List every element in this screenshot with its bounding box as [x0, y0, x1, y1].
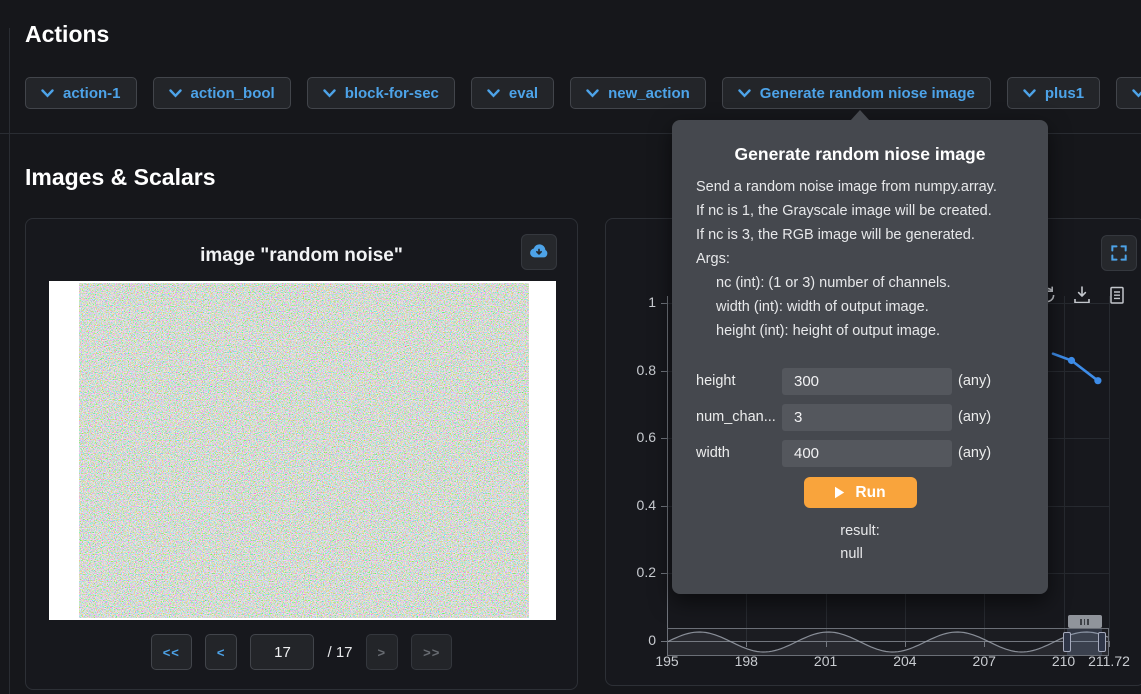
- action-button-partial[interactable]: [1116, 77, 1141, 109]
- arg-type-hint: (any): [958, 445, 991, 461]
- popup-description-line: If nc is 1, the Grayscale image will be …: [696, 199, 1024, 223]
- action-button-block-for-sec[interactable]: block-for-sec: [307, 77, 455, 109]
- popup-title: Generate random niose image: [696, 144, 1024, 165]
- image-card: image "random noise" << < / 17 > >>: [25, 218, 578, 690]
- actions-section-title: Actions: [25, 21, 109, 48]
- action-button-action-1[interactable]: action-1: [25, 77, 137, 109]
- action-button-new-action[interactable]: new_action: [570, 77, 706, 109]
- noise-image: [79, 283, 529, 618]
- action-button-label: block-for-sec: [345, 85, 439, 102]
- first-page-button[interactable]: <<: [151, 634, 192, 670]
- datazoom-slider[interactable]: [667, 628, 1109, 656]
- action-button-label: plus1: [1045, 85, 1084, 102]
- action-button-label: Generate random niose image: [760, 85, 975, 102]
- actions-toolbar: action-1 action_bool block-for-sec eval …: [25, 77, 1141, 109]
- result-block: result: null: [840, 520, 880, 566]
- action-button-label: action_bool: [191, 85, 275, 102]
- image-pagination: << < / 17 > >>: [26, 634, 577, 670]
- images-scalars-section-title: Images & Scalars: [25, 164, 216, 191]
- datazoom-window[interactable]: [1067, 629, 1101, 655]
- last-page-button[interactable]: >>: [411, 634, 452, 670]
- chevron-down-icon: [169, 89, 182, 98]
- chevron-down-icon: [41, 89, 54, 98]
- result-value: null: [840, 543, 880, 566]
- left-edge-divider: [9, 28, 10, 694]
- chevron-down-icon: [1023, 89, 1036, 98]
- chevron-down-icon: [323, 89, 336, 98]
- next-page-button[interactable]: >: [366, 634, 399, 670]
- prev-page-button[interactable]: <: [205, 634, 238, 670]
- arg-num-channels-input[interactable]: [782, 404, 952, 431]
- image-card-title: image "random noise": [26, 245, 577, 267]
- action-button-plus1[interactable]: plus1: [1007, 77, 1100, 109]
- action-button-action-bool[interactable]: action_bool: [153, 77, 291, 109]
- action-button-label: new_action: [608, 85, 690, 102]
- run-button-label: Run: [855, 484, 885, 502]
- popup-description-line: height (int): height of output image.: [696, 319, 1024, 343]
- popup-description-line: If nc is 3, the RGB image will be genera…: [696, 223, 1024, 247]
- image-upload-button[interactable]: [521, 234, 557, 270]
- chevron-down-icon: [586, 89, 599, 98]
- arg-row-width: width (any): [696, 439, 1024, 467]
- grip-bar: [1080, 619, 1082, 625]
- grip-bar: [1084, 619, 1086, 625]
- page-total-label: / 17: [327, 644, 352, 661]
- chevron-down-icon: [487, 89, 500, 98]
- run-button[interactable]: Run: [804, 477, 917, 508]
- popup-arg-form: height (any) num_chan... (any) width (an…: [696, 367, 1024, 467]
- popup-description-line: nc (int): (1 or 3) number of channels.: [696, 271, 1024, 295]
- arg-height-input[interactable]: [782, 368, 952, 395]
- datazoom-grip-tab[interactable]: [1068, 615, 1102, 628]
- page-number-input[interactable]: [250, 634, 314, 670]
- arg-name-label: height: [696, 373, 782, 389]
- play-icon: [834, 486, 845, 499]
- popup-description-line: width (int): width of output image.: [696, 295, 1024, 319]
- arg-type-hint: (any): [958, 373, 991, 389]
- arg-name-label: width: [696, 445, 782, 461]
- popup-description-line: Args:: [696, 247, 1024, 271]
- action-button-label: eval: [509, 85, 538, 102]
- result-label: result:: [840, 520, 880, 543]
- chevron-down-icon: [738, 89, 751, 98]
- popup-description-line: Send a random noise image from numpy.arr…: [696, 175, 1024, 199]
- datazoom-handle-right[interactable]: [1098, 632, 1106, 652]
- action-popup-generate-random-niose-image: Generate random niose image Send a rando…: [672, 120, 1048, 594]
- arg-name-label: num_chan...: [696, 409, 782, 425]
- action-button-generate-random-niose-image[interactable]: Generate random niose image: [722, 77, 991, 109]
- action-button-eval[interactable]: eval: [471, 77, 554, 109]
- action-button-label: action-1: [63, 85, 121, 102]
- arg-row-height: height (any): [696, 367, 1024, 395]
- popup-arrow: [850, 110, 870, 121]
- arg-row-num-channels: num_chan... (any): [696, 403, 1024, 431]
- cloud-download-icon: [527, 240, 551, 264]
- image-figure-frame: [49, 281, 556, 620]
- arg-width-input[interactable]: [782, 440, 952, 467]
- grip-bar: [1087, 619, 1089, 625]
- datazoom-handle-left[interactable]: [1063, 632, 1071, 652]
- arg-type-hint: (any): [958, 409, 991, 425]
- chevron-down-icon: [1132, 89, 1141, 98]
